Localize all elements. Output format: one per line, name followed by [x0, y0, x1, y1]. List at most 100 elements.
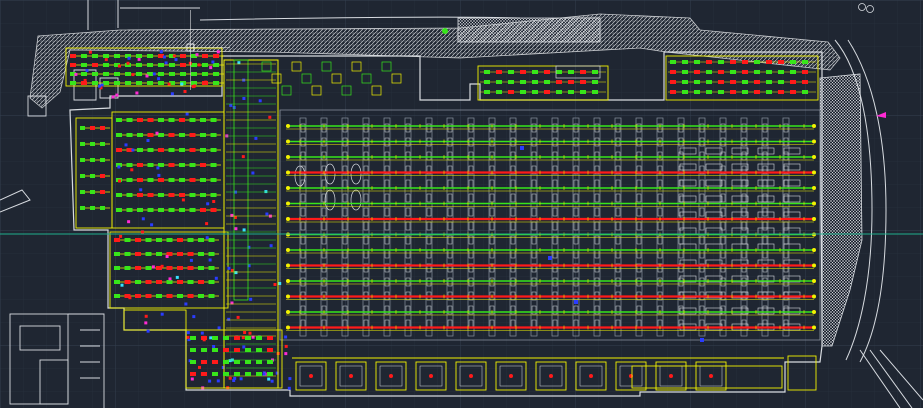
plant-fixture: [223, 360, 229, 364]
device-symbol: [192, 315, 196, 319]
light-fixture: [126, 163, 133, 167]
device-symbol: [214, 276, 218, 280]
light-fixture: [80, 142, 85, 146]
light-fixture: [103, 72, 109, 76]
device-symbol: [181, 198, 185, 202]
light-fixture: [169, 72, 175, 76]
light-fixture: [189, 178, 196, 182]
ne-fixture: [670, 90, 676, 94]
device-symbol: [273, 283, 277, 286]
light-fixture: [70, 54, 76, 58]
office-fixture: [484, 90, 490, 94]
light-fixture: [100, 190, 105, 194]
device-symbol: [249, 297, 253, 301]
device-symbol: [85, 69, 89, 72]
device-symbol: [124, 143, 128, 147]
light-fixture: [145, 266, 152, 270]
row-end-node: [812, 279, 816, 283]
office-fixture: [484, 70, 490, 74]
ne-fixture: [670, 70, 676, 74]
device-symbol: [212, 345, 216, 348]
light-fixture: [92, 81, 98, 85]
device-symbol: [227, 317, 231, 321]
device-symbol: [128, 296, 132, 300]
ne-fixture: [802, 80, 808, 84]
light-fixture: [116, 208, 122, 212]
light-fixture: [137, 148, 143, 152]
ne-fixture: [706, 80, 712, 84]
light-fixture: [156, 294, 162, 298]
light-fixture: [114, 266, 120, 270]
light-fixture: [208, 280, 215, 284]
light-fixture: [200, 193, 206, 197]
light-fixture: [114, 252, 120, 256]
ne-fixture: [754, 80, 760, 84]
office-fixture: [568, 70, 574, 74]
device-symbol: [131, 148, 135, 152]
office-fixture: [520, 90, 526, 94]
ne-fixture: [766, 90, 772, 94]
plant-fixture: [212, 348, 218, 352]
plant-fixture: [201, 336, 207, 340]
device-symbol: [231, 268, 234, 272]
light-fixture: [168, 193, 175, 197]
plant-fixture: [190, 372, 196, 376]
device-symbol: [180, 82, 184, 86]
light-fixture: [187, 252, 194, 256]
plant-fixture: [212, 360, 218, 364]
device-symbol: [204, 80, 208, 84]
row-start-node: [286, 217, 290, 221]
plant-fixture: [267, 348, 273, 352]
plant-fixture: [245, 360, 251, 364]
dock-light: [309, 374, 313, 378]
device-symbol: [237, 61, 241, 65]
office-fixture: [580, 70, 586, 74]
light-fixture: [114, 81, 120, 85]
light-fixture: [198, 238, 204, 242]
light-fixture: [124, 280, 131, 284]
device-symbol: [254, 136, 258, 140]
light-fixture: [200, 118, 206, 122]
light-fixture: [177, 238, 183, 242]
light-fixture: [200, 208, 206, 212]
light-fixture: [177, 280, 183, 284]
light-fixture: [210, 193, 217, 197]
ne-fixture: [730, 80, 736, 84]
device-symbol: [242, 97, 246, 100]
plant-fixture: [267, 360, 273, 364]
light-fixture: [92, 72, 98, 76]
light-fixture: [169, 63, 175, 67]
light-fixture: [81, 72, 87, 76]
device-symbol: [74, 72, 78, 76]
device-symbol: [137, 57, 141, 61]
device-symbol: [267, 377, 271, 381]
office-fixture: [592, 90, 598, 94]
device-symbol: [141, 217, 145, 221]
device-symbol: [145, 74, 149, 78]
office-fixture: [556, 70, 562, 74]
device-symbol: [160, 264, 164, 268]
light-fixture: [137, 163, 143, 167]
light-fixture: [156, 252, 162, 256]
device-symbol: [288, 377, 292, 381]
light-fixture: [168, 118, 175, 122]
light-fixture: [189, 163, 196, 167]
light-fixture: [177, 266, 183, 270]
office-fixture: [520, 70, 526, 74]
ne-fixture: [802, 60, 808, 64]
device-symbol: [141, 230, 144, 234]
light-fixture: [90, 206, 95, 210]
device-symbol: [216, 50, 220, 54]
cad-drawing-viewport[interactable]: [0, 0, 923, 408]
light-fixture: [213, 81, 219, 85]
ne-fixture: [742, 90, 748, 94]
light-fixture: [187, 280, 194, 284]
light-fixture: [147, 163, 154, 167]
dock-light: [669, 374, 673, 378]
hall-device: [574, 300, 578, 304]
ne-fixture: [742, 70, 748, 74]
light-fixture: [70, 63, 76, 67]
device-symbol: [98, 84, 102, 88]
dock-light: [509, 374, 513, 378]
device-symbol: [270, 379, 274, 383]
